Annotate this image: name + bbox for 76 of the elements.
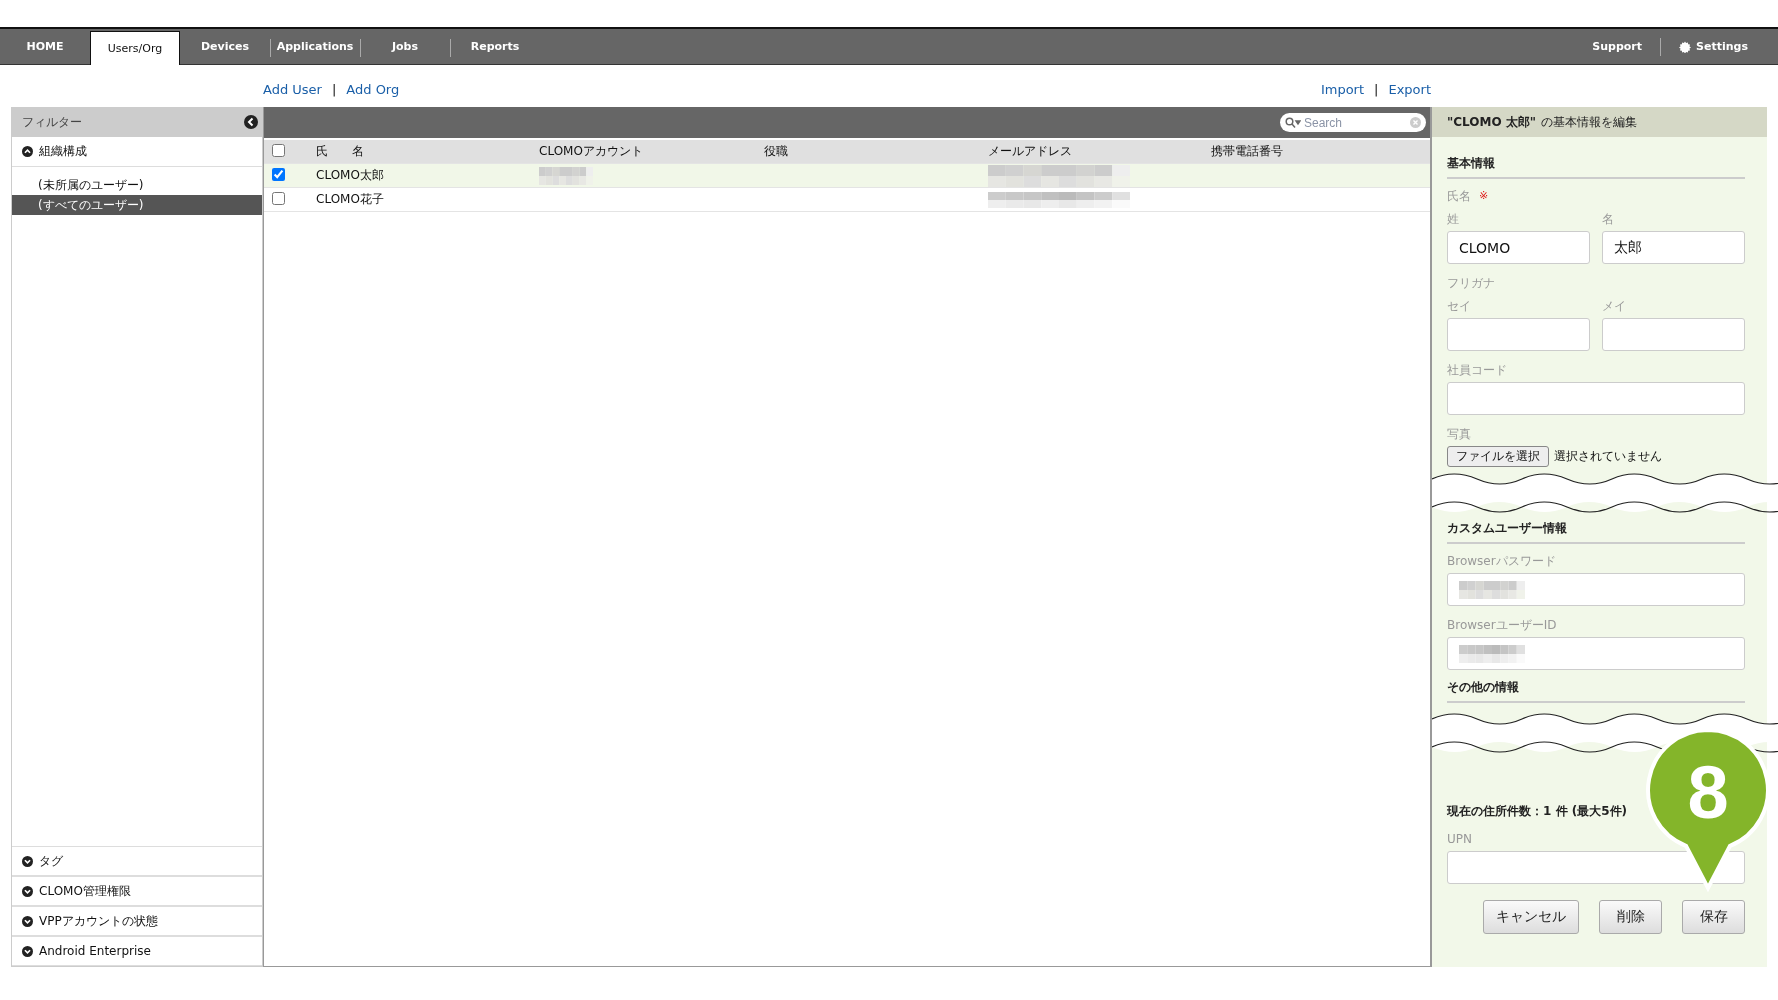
- field-label: 名: [1602, 212, 1615, 226]
- field-label: フリガナ: [1447, 276, 1495, 290]
- field-label: BrowserユーザーID: [1447, 618, 1558, 632]
- table-cell-text: CLOMO太郎: [316, 167, 385, 184]
- nav-tab[interactable]: Devices: [180, 29, 270, 64]
- field-label: セイ: [1447, 299, 1472, 313]
- input-field[interactable]: [1447, 573, 1745, 606]
- nav-tab[interactable]: Jobs: [360, 29, 450, 64]
- select-all-checkbox[interactable]: [272, 144, 285, 157]
- input-field[interactable]: 太郎: [1602, 231, 1745, 264]
- panel-title: "CLOMO 太郎" の基本情報を編集: [1432, 107, 1767, 137]
- form-button[interactable]: 保存: [1682, 900, 1745, 934]
- search-icon: [1285, 116, 1301, 129]
- input-field[interactable]: [1447, 637, 1745, 670]
- nav-tab[interactable]: HOME: [0, 29, 90, 64]
- section-heading: カスタムユーザー情報: [1447, 519, 1745, 544]
- field-label: 写真: [1447, 427, 1472, 441]
- filter-section[interactable]: CLOMO管理権限: [12, 876, 262, 906]
- column-header[interactable]: 役職: [764, 143, 988, 160]
- table-cell-text: CLOMO花子: [316, 191, 385, 208]
- field-label: メイ: [1602, 299, 1627, 313]
- row-checkbox[interactable]: [272, 168, 285, 181]
- choose-file-button[interactable]: ファイルを選択: [1447, 446, 1549, 467]
- column-header[interactable]: 氏 名: [316, 143, 539, 160]
- search-field[interactable]: Search: [1304, 115, 1407, 130]
- action-link[interactable]: Export: [1388, 81, 1431, 97]
- filter-section[interactable]: VPPアカウントの状態: [12, 906, 262, 936]
- settings-icon: [1679, 40, 1692, 53]
- section-heading: その他の情報: [1447, 678, 1745, 703]
- nav-tab[interactable]: Users/Org: [90, 31, 180, 65]
- row-checkbox[interactable]: [272, 192, 285, 205]
- table-row[interactable]: CLOMO太郎: [264, 164, 1430, 188]
- sidebar-title: フィルター: [22, 113, 82, 131]
- field-label: UPN: [1447, 832, 1473, 846]
- link-separator: |: [331, 81, 337, 97]
- action-link[interactable]: Add Org: [346, 81, 400, 97]
- chevron-up-icon: [22, 146, 33, 157]
- chevron-down-icon: [22, 885, 33, 897]
- input-field[interactable]: CLOMO: [1447, 231, 1590, 264]
- nav-tab[interactable]: Reports: [450, 29, 540, 64]
- tree-item[interactable]: (すべてのユーザー): [12, 195, 262, 215]
- field-label: Browserパスワード: [1447, 554, 1557, 568]
- filter-section[interactable]: タグ: [12, 846, 262, 876]
- settings-link[interactable]: Settings: [1696, 40, 1748, 53]
- chevron-down-icon: [22, 855, 33, 867]
- field-label: 社員コード: [1447, 363, 1508, 377]
- chevron-down-icon: [22, 945, 33, 957]
- form-button[interactable]: 削除: [1599, 900, 1662, 934]
- input-field[interactable]: [1447, 382, 1745, 415]
- column-header[interactable]: CLOMOアカウント: [539, 143, 764, 160]
- input-field[interactable]: [1447, 318, 1590, 351]
- nav-tab[interactable]: Applications: [270, 29, 360, 64]
- field-label: 姓: [1447, 212, 1460, 226]
- section-heading: 基本情報: [1447, 154, 1745, 179]
- filter-section[interactable]: 組織構成: [12, 137, 262, 167]
- link-separator: |: [1374, 81, 1379, 97]
- tree-item[interactable]: (未所属のユーザー): [12, 175, 262, 195]
- column-header[interactable]: 携帯電話番号: [1211, 143, 1430, 160]
- collapse-icon[interactable]: [244, 115, 258, 129]
- input-field[interactable]: [1447, 851, 1745, 884]
- redacted-value: [539, 166, 593, 185]
- action-link[interactable]: Add User: [263, 81, 322, 97]
- action-link[interactable]: Import: [1320, 81, 1365, 97]
- clear-icon[interactable]: [1410, 117, 1421, 128]
- chevron-down-icon: [22, 915, 33, 927]
- file-status: 選択されていません: [1554, 448, 1662, 465]
- support-link[interactable]: Support: [1574, 40, 1661, 53]
- address-count: 現在の住所件数：1 件 (最大5件): [1447, 803, 1629, 820]
- filter-section[interactable]: Android Enterprise: [12, 936, 262, 966]
- search-box[interactable]: Search: [1280, 113, 1426, 132]
- field-label: 氏名: [1447, 189, 1471, 203]
- callout-number: 8: [1687, 756, 1729, 830]
- form-button[interactable]: キャンセル: [1483, 900, 1579, 934]
- required-mark: ※: [1479, 189, 1489, 203]
- column-header[interactable]: メールアドレス: [988, 143, 1211, 160]
- input-field[interactable]: [1602, 318, 1745, 351]
